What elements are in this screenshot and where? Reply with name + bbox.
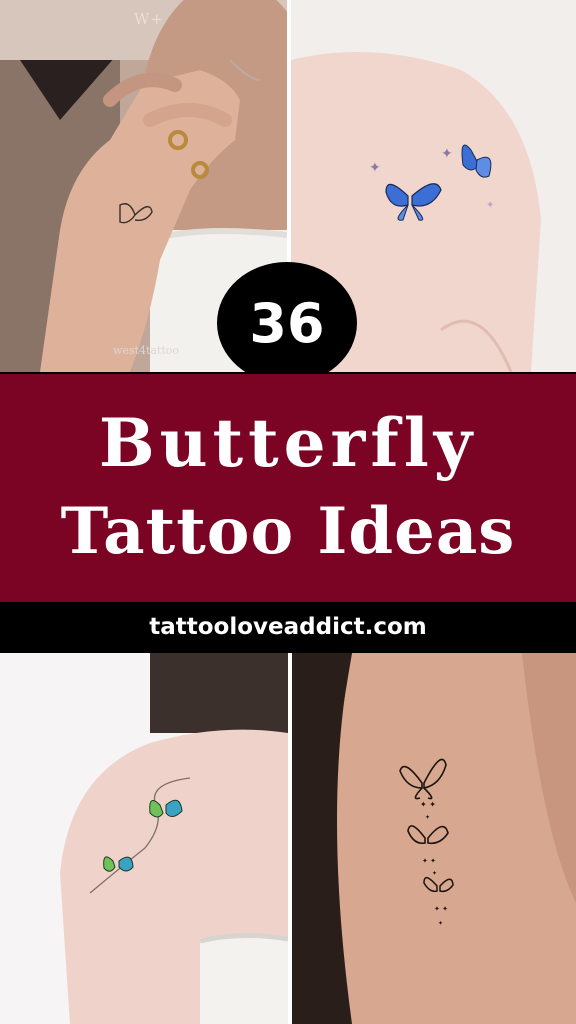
count-badge-number: 36 xyxy=(249,291,325,355)
svg-text:✦: ✦ xyxy=(425,814,430,821)
title-line-1: Butterfly xyxy=(98,404,478,482)
watermark-logo: W+ xyxy=(134,10,164,28)
svg-text:✦ ✦: ✦ ✦ xyxy=(420,800,436,809)
site-url[interactable]: tattooloveaddict.com xyxy=(0,614,576,640)
url-bar: tattooloveaddict.com xyxy=(0,604,576,653)
svg-text:✦: ✦ xyxy=(486,200,494,211)
watermark-handle: west4tattoo xyxy=(113,344,180,357)
title-banner: Butterfly Tattoo Ideas xyxy=(0,372,576,604)
shoulder-green-butterflies-photo xyxy=(0,653,288,1024)
count-badge: 36 xyxy=(217,262,357,384)
arm-outline-butterflies-photo: ✦ ✦ ✦ ✦ ✦ ✦ ✦ ✦ ✦ xyxy=(292,653,576,1024)
title-line-2: Tattoo Ideas xyxy=(60,494,516,569)
svg-text:✦: ✦ xyxy=(369,160,381,176)
svg-text:✦: ✦ xyxy=(441,146,453,162)
svg-text:✦: ✦ xyxy=(438,920,443,927)
svg-text:✦: ✦ xyxy=(432,870,437,877)
svg-text:✦ ✦: ✦ ✦ xyxy=(434,905,448,913)
svg-text:✦ ✦: ✦ ✦ xyxy=(422,857,436,865)
